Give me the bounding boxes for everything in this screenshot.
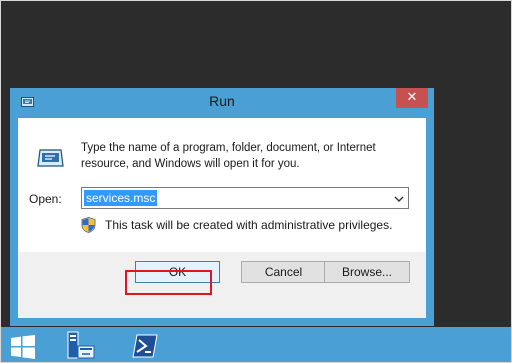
run-icon [37,147,65,169]
chevron-down-icon[interactable] [393,192,405,204]
window-title: Run [209,93,235,109]
desktop: Run ✕ Type the name of a program, folder… [0,0,512,363]
admin-privileges-note: This task will be created with administr… [105,218,393,232]
start-icon[interactable] [10,335,36,359]
close-button[interactable]: ✕ [396,88,428,108]
cancel-button[interactable]: Cancel [241,261,326,283]
title-bar[interactable]: Run ✕ [10,88,434,114]
open-combobox[interactable]: services.msc [81,187,409,209]
close-icon: ✕ [406,90,418,105]
server-manager-icon[interactable] [66,330,98,362]
ok-button[interactable]: OK [135,261,220,283]
powershell-icon[interactable] [132,334,158,358]
open-input-value[interactable]: services.msc [84,190,158,206]
run-dialog: Run ✕ Type the name of a program, folder… [10,88,434,326]
open-label: Open: [29,192,62,206]
uac-shield-icon [81,217,96,233]
browse-button[interactable]: Browse... [324,261,410,283]
dialog-description: Type the name of a program, folder, docu… [81,142,376,170]
taskbar [0,327,512,363]
dialog-body: Type the name of a program, folder, docu… [18,118,426,318]
